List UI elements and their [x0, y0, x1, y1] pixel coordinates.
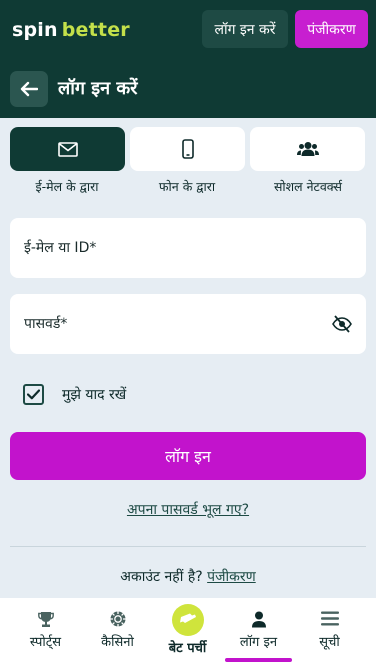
nav-item-sports[interactable]: स्पोर्ट्स — [8, 598, 83, 666]
remember-label[interactable]: मुझे याद रखें — [62, 385, 126, 404]
header-register-button[interactable]: पंजीकरण — [295, 10, 368, 48]
nav-item-betslip[interactable]: बेट पर्ची — [150, 598, 225, 666]
nav-label-login: लॉग इन — [239, 635, 278, 650]
password-field[interactable]: पासवर्ड* — [10, 294, 366, 354]
register-link[interactable]: पंजीकरण — [207, 569, 256, 585]
spinbetter-logo[interactable]: spin better — [12, 17, 130, 43]
envelope-icon — [57, 141, 78, 157]
nav-item-casino[interactable]: कैसिनो — [80, 598, 155, 666]
page-title: लॉग इन करें — [58, 78, 138, 99]
arrow-left-icon — [20, 81, 38, 97]
eye-slash-icon[interactable] — [332, 315, 352, 333]
menu-icon — [320, 611, 339, 626]
tab-phone[interactable] — [130, 127, 245, 171]
bottom-navigation: स्पोर्ट्स कैसिनो बेट पर्ची लॉग इन सूची — [0, 598, 376, 666]
nav-item-menu[interactable]: सूची — [292, 598, 367, 666]
chip-icon — [110, 611, 125, 627]
password-field-label: पासवर्ड* — [24, 316, 68, 332]
page-title-bar: लॉग इन करें — [0, 60, 376, 118]
tab-email[interactable] — [10, 127, 125, 171]
tab-email-label: ई-मेल के द्वारा — [35, 179, 99, 194]
trophy-icon — [37, 612, 54, 627]
top-header: spin better लॉग इन करें पंजीकरण — [0, 0, 376, 60]
users-icon — [296, 142, 319, 156]
header-login-button[interactable]: लॉग इन करें — [202, 10, 288, 48]
no-account-line: अकाउंट नहीं है? पंजीकरण — [0, 567, 376, 586]
email-field[interactable]: ई-मेल या ID* — [10, 218, 366, 278]
nav-item-login[interactable]: लॉग इन — [221, 598, 296, 666]
nav-label-menu: सूची — [319, 635, 340, 650]
remember-checkbox[interactable] — [23, 384, 44, 405]
tab-phone-label: फोन के द्वारा — [158, 179, 216, 194]
phone-icon — [181, 139, 194, 159]
no-account-text: अकाउंट नहीं है? — [120, 569, 203, 585]
back-button[interactable] — [10, 71, 48, 107]
nav-label-sports: स्पोर्ट्स — [29, 635, 62, 650]
active-nav-indicator — [225, 658, 292, 662]
divider — [10, 546, 366, 547]
betslip-badge — [171, 604, 204, 636]
user-icon — [251, 611, 266, 628]
nav-label-casino: कैसिनो — [101, 635, 134, 650]
tab-social-label: सोशल नेटवर्क्स — [273, 179, 342, 194]
checkmark-icon — [27, 389, 40, 400]
ticket-icon — [179, 613, 196, 623]
tab-social[interactable] — [250, 127, 365, 171]
login-button[interactable]: लॉग इन — [10, 432, 366, 480]
forgot-password-link[interactable]: अपना पासवर्ड भूल गए? — [0, 500, 376, 519]
nav-label-betslip: बेट पर्ची — [168, 641, 207, 656]
email-field-label: ई-मेल या ID* — [24, 240, 97, 256]
